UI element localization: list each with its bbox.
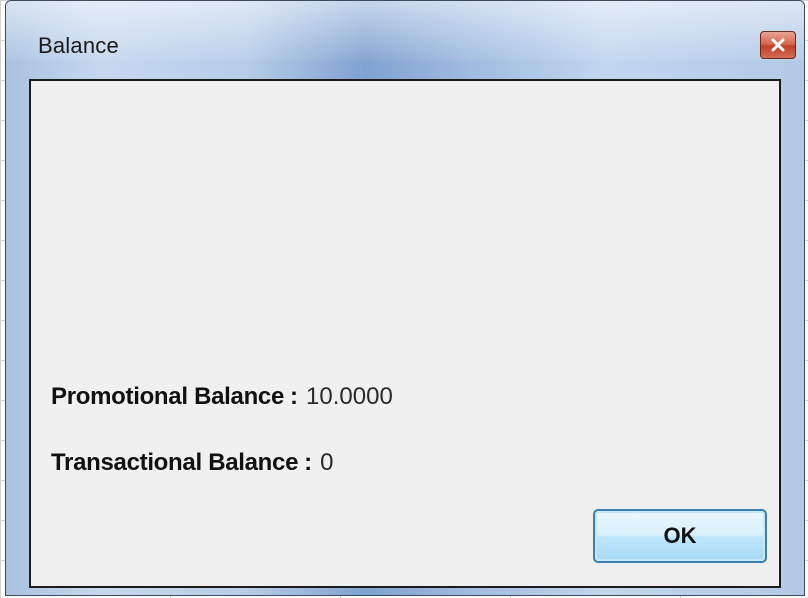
transactional-balance-value: 0 <box>320 449 334 476</box>
ok-button[interactable]: OK <box>593 509 767 563</box>
promotional-balance-row: Promotional Balance : 10.0000 <box>51 383 393 411</box>
dialog-content: Promotional Balance : 10.0000 Transactio… <box>29 79 781 588</box>
balance-dialog: Balance Promotional Balance : 10.0000 Tr… <box>5 0 805 596</box>
close-icon <box>771 38 785 52</box>
promotional-balance-label: Promotional Balance <box>51 383 285 410</box>
transactional-balance-separator: : <box>304 449 313 476</box>
promotional-balance-value: 10.0000 <box>306 383 393 410</box>
transactional-balance-label: Transactional Balance <box>51 449 299 476</box>
close-button[interactable] <box>760 31 796 59</box>
window-title: Balance <box>38 33 119 58</box>
title-bar[interactable]: Balance <box>6 1 804 79</box>
promotional-balance-separator: : <box>290 383 299 410</box>
transactional-balance-row: Transactional Balance : 0 <box>51 449 334 477</box>
